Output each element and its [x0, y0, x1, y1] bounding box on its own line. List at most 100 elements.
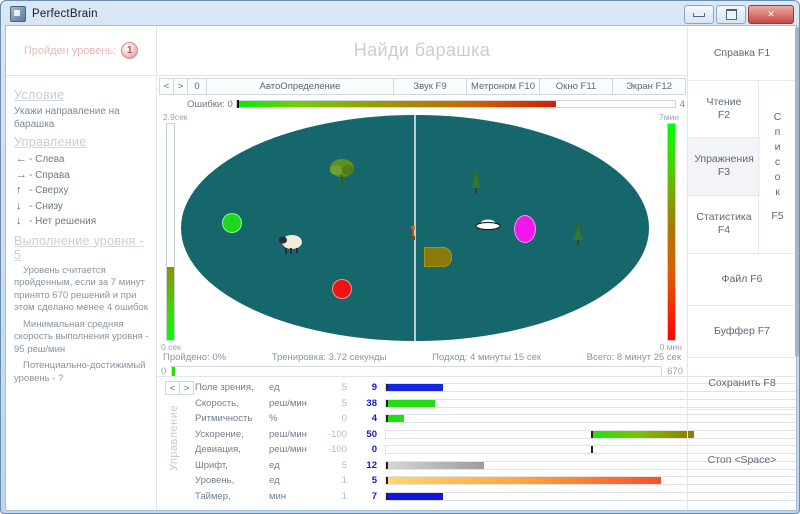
- metronome-button[interactable]: Метроном F10: [466, 78, 540, 95]
- prev-button[interactable]: <: [159, 78, 174, 95]
- right-panel: Справка F1 Чтение F2 Упражнения F3 Стати…: [687, 26, 796, 510]
- param-value: 12: [366, 459, 377, 471]
- param-name: Поле зрения,: [195, 382, 254, 394]
- arrow-down-bold-icon: ↓: [16, 215, 22, 227]
- control-row-right: → - Справа: [16, 168, 149, 184]
- conditions-title: Условие: [14, 88, 65, 102]
- status-passed: Пройдено: 0%: [163, 352, 227, 363]
- progress-min: 0: [161, 365, 167, 377]
- param-bar-cap: [386, 399, 388, 407]
- param-min: -100: [327, 428, 347, 440]
- list-letter: о: [774, 171, 781, 183]
- stop-button[interactable]: Стоп <Space>: [688, 410, 796, 510]
- errors-row: Ошибки: 0 4: [159, 97, 685, 111]
- close-icon: ✕: [767, 9, 775, 19]
- mode-buttons: Чтение F2 Упражнения F3 Статистика F4: [688, 81, 760, 253]
- exercise-header: Найди барашка: [157, 26, 687, 76]
- param-bar-fill: [591, 430, 694, 438]
- param-bar-cap: [386, 492, 388, 500]
- status-total: Всего: 8 минут 25 сек: [586, 352, 681, 363]
- errors-label: Ошибки: 0: [187, 98, 233, 110]
- params-prev-button[interactable]: <: [165, 381, 180, 395]
- list-letter: п: [774, 126, 781, 138]
- level-exec-line-1: Уровень считается пройденным, если за 7 …: [14, 264, 148, 314]
- right-gauge-bottom-label: 0 мин: [659, 342, 682, 352]
- control-row-none: ↓ - Нет решения: [16, 214, 149, 230]
- list-letter: к: [775, 186, 780, 198]
- list-letter: С: [773, 111, 782, 123]
- client-area: Пройден уровень: 1 Условие Укажи направл…: [5, 25, 797, 511]
- green-dot: [222, 213, 242, 233]
- list-letter: и: [774, 141, 781, 153]
- auto-detect-button[interactable]: АвтоОпределение: [206, 78, 394, 95]
- file-button[interactable]: Файл F6: [688, 254, 796, 306]
- stage-area: 2.9сек 0 сек 7мин 0 мин: [159, 112, 685, 352]
- errors-bar: [235, 100, 676, 108]
- param-unit: реш/мин: [269, 397, 307, 409]
- reading-button[interactable]: Чтение F2: [688, 81, 760, 139]
- right-gauge-fill: [668, 124, 675, 340]
- exercise-canvas[interactable]: [181, 113, 649, 344]
- close-button[interactable]: ✕: [748, 5, 794, 24]
- left-panel: Пройден уровень: 1 Условие Укажи направл…: [6, 26, 157, 510]
- save-button[interactable]: Сохранить F8: [688, 358, 796, 410]
- params-next-button[interactable]: >: [179, 381, 194, 395]
- status-approach: Подход: 4 минуты 15 сек: [432, 352, 542, 363]
- right-gauge-top-label: 7мин: [658, 112, 679, 122]
- param-bar-cap: [386, 415, 388, 423]
- param-value: 0: [371, 444, 377, 456]
- param-name: Таймер,: [195, 490, 231, 502]
- buffer-button[interactable]: Буффер F7: [688, 306, 796, 358]
- level-execution-description: Уровень считается пройденным, если за 7 …: [14, 265, 149, 386]
- screen-button[interactable]: Экран F12: [612, 78, 686, 95]
- title-bar: PerfectBrain ✕: [4, 3, 798, 25]
- param-value: 5: [371, 475, 377, 487]
- help-button[interactable]: Справка F1: [688, 26, 796, 81]
- application-window: PerfectBrain ✕ Пройден уровень: 1 Услови…: [0, 0, 800, 514]
- left-body: Условие Укажи направление на барашка Упр…: [6, 76, 156, 385]
- param-name: Уровень,: [195, 475, 235, 487]
- param-name: Скорость,: [195, 397, 239, 409]
- list-button[interactable]: С п и с о к F5: [758, 81, 796, 253]
- right-gauge[interactable]: [667, 123, 676, 341]
- param-bar-fill: [386, 477, 661, 485]
- decisions-progress-fill: [172, 366, 176, 376]
- controls-list: ← - Слева → - Справа ↑ - Сверху ↓ - Снизу ↓ -…: [16, 152, 149, 230]
- window-title: PerfectBrain: [32, 8, 98, 20]
- window-button[interactable]: Окно F11: [539, 78, 613, 95]
- level-badge: 1: [121, 42, 139, 59]
- fir-tree-right: [571, 220, 585, 246]
- magenta-ellipse: [514, 215, 536, 243]
- red-dot: [332, 279, 352, 299]
- param-min: 5: [341, 459, 347, 471]
- param-name: Ритмичность: [195, 413, 253, 425]
- sheep: [277, 233, 303, 255]
- param-unit: %: [269, 413, 278, 425]
- control-label: - Снизу: [29, 200, 63, 212]
- level-exec-line-2: Минимальная средняя скорость выполнения …: [14, 318, 149, 355]
- param-min: 0: [341, 413, 347, 425]
- minimize-button[interactable]: [684, 5, 714, 24]
- status-line: Пройдено: 0% Тренировка: 3.72 секунды По…: [163, 352, 681, 363]
- page-title: Найди барашка: [353, 40, 491, 60]
- zero-button[interactable]: 0: [187, 78, 207, 95]
- sound-button[interactable]: Звук F9: [393, 78, 467, 95]
- maximize-icon: [725, 9, 737, 20]
- errors-max: 4: [679, 98, 685, 110]
- control-label: - Справа: [29, 169, 70, 181]
- app-icon: [10, 6, 26, 22]
- param-bar-cap: [386, 477, 388, 485]
- fir-tree-top: [469, 168, 483, 194]
- window-scrollbar[interactable]: [795, 27, 799, 357]
- ufo: [475, 218, 501, 232]
- maximize-button[interactable]: [716, 5, 746, 24]
- param-bar-cap: [591, 446, 593, 454]
- next-button[interactable]: >: [173, 78, 188, 95]
- control-row-left: ← - Слева: [16, 152, 149, 168]
- exercises-button[interactable]: Упражнения F3: [688, 138, 760, 196]
- param-value: 4: [371, 413, 377, 425]
- statistics-button[interactable]: Статистика F4: [688, 196, 760, 253]
- param-min: 5: [341, 382, 347, 394]
- decisions-progress-bar: [171, 365, 663, 377]
- left-gauge[interactable]: [166, 123, 175, 341]
